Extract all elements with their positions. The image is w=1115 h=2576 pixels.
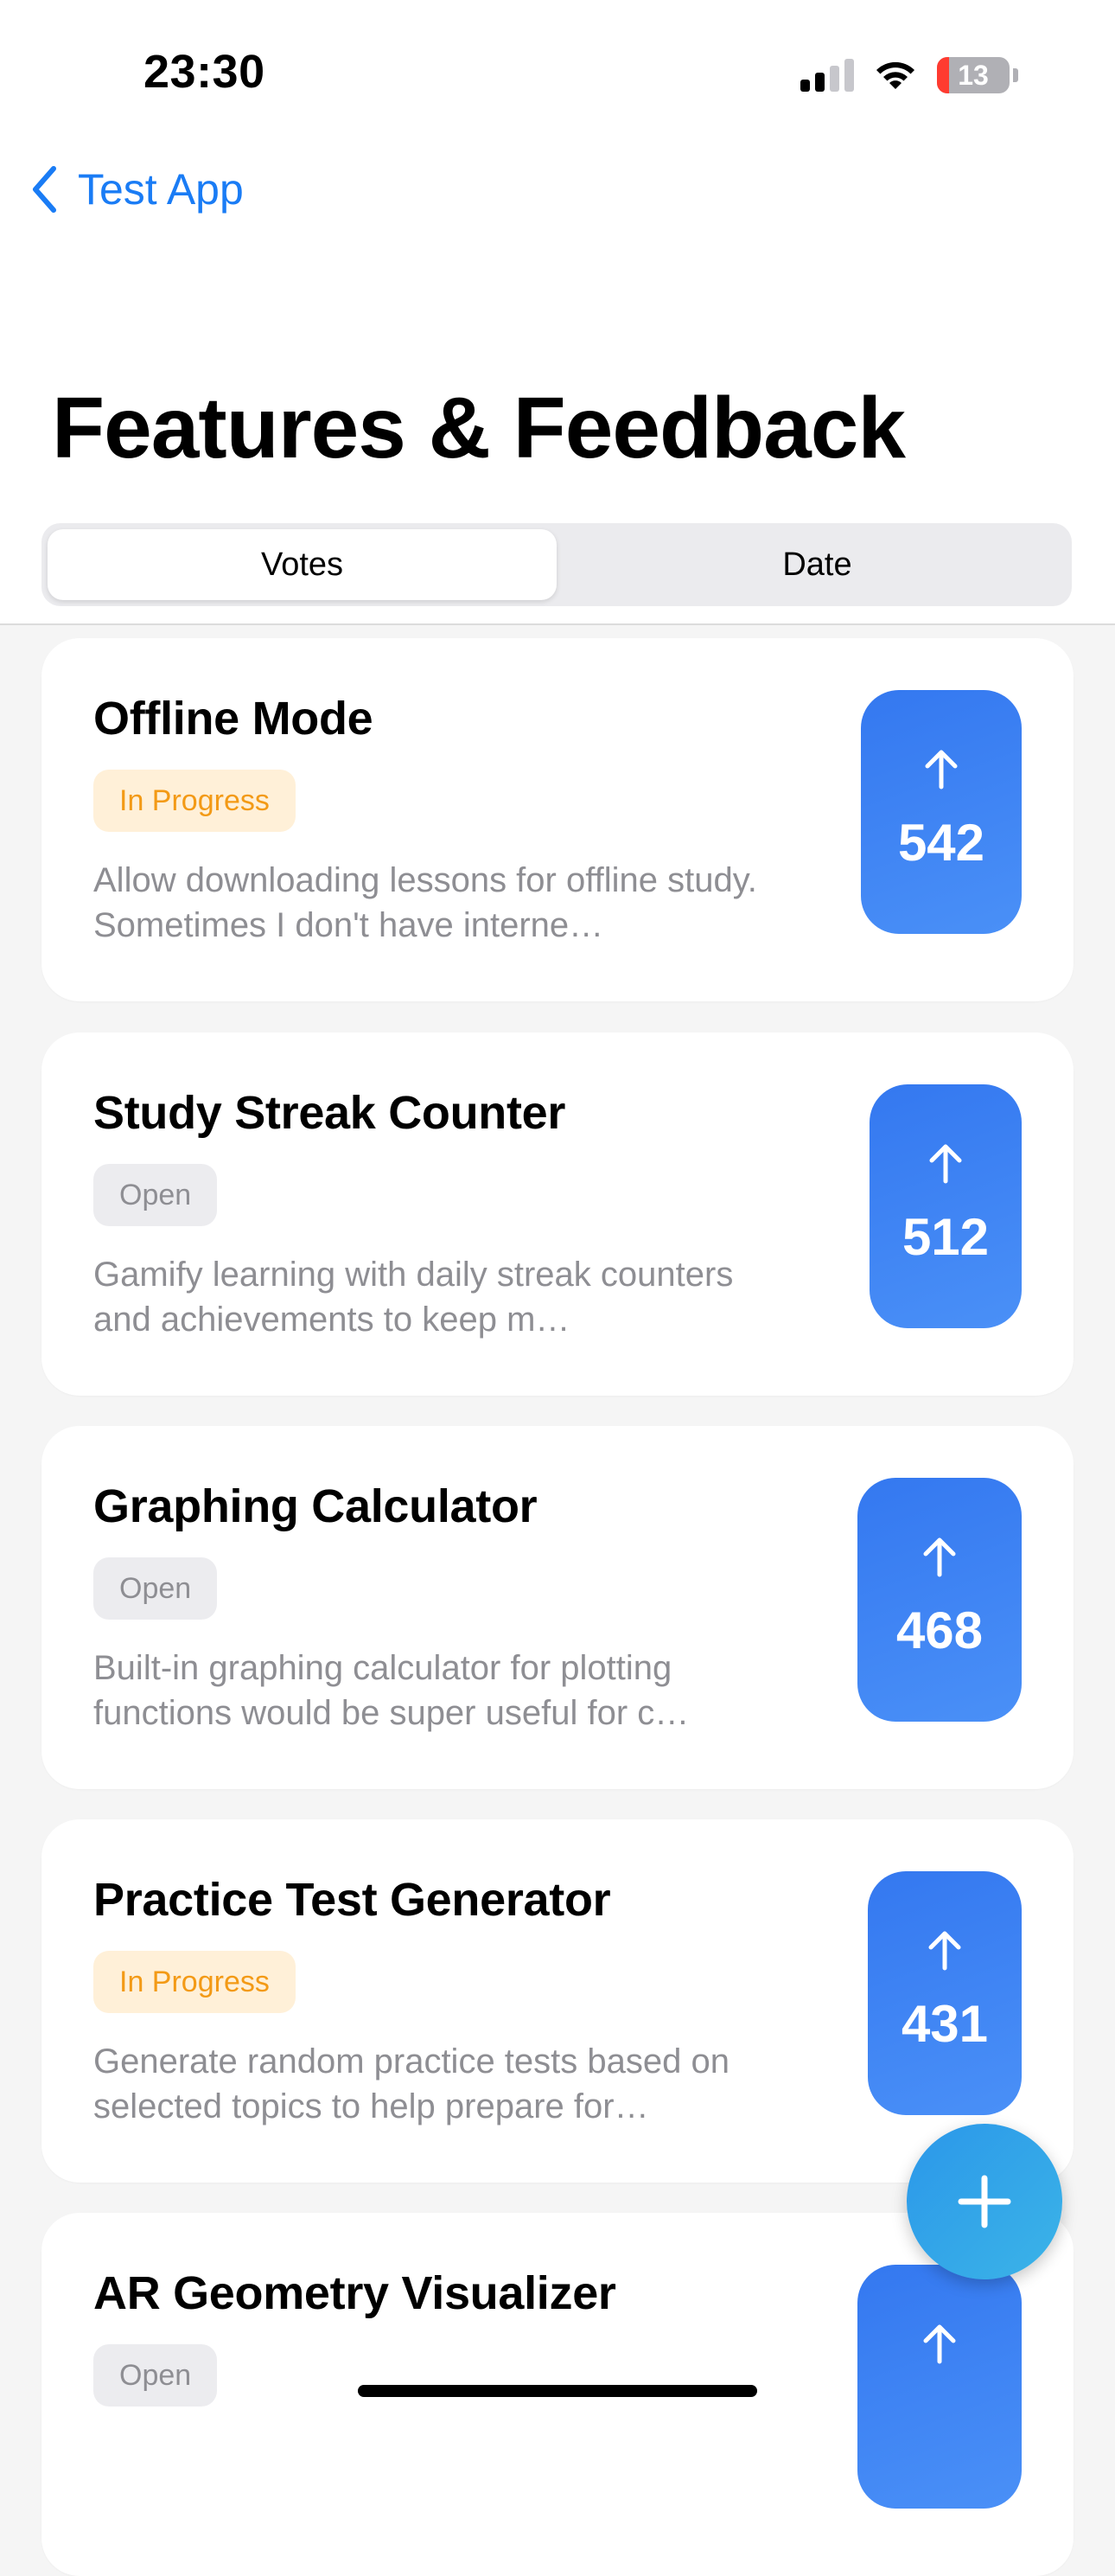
battery-icon: 13 [937, 57, 1010, 93]
feature-card[interactable]: Offline Mode In Progress Allow downloadi… [41, 638, 1074, 1001]
arrow-up-icon [923, 1537, 956, 1577]
arrow-up-icon [929, 1144, 962, 1184]
sort-segmented-control: Votes Date [41, 523, 1072, 606]
back-button[interactable]: Test App [31, 164, 244, 214]
arrow-up-icon [928, 1931, 961, 1971]
cellular-signal-icon [800, 59, 854, 92]
upvote-button[interactable] [857, 2265, 1022, 2509]
header-divider [0, 623, 1115, 625]
sort-option-votes[interactable]: Votes [48, 529, 557, 600]
feature-description: Gamify learning with daily streak counte… [93, 1256, 734, 1339]
page-title: Features & Feedback [52, 380, 906, 476]
add-feature-button[interactable] [907, 2124, 1062, 2279]
arrow-up-icon [925, 750, 958, 789]
status-badge: Open [93, 1557, 218, 1620]
home-indicator[interactable] [358, 2385, 757, 2397]
battery-percentage: 13 [958, 59, 989, 91]
status-badge: Open [93, 1164, 218, 1226]
feature-description: Generate random practice tests based on … [93, 2042, 730, 2125]
vote-count: 512 [902, 1208, 990, 1266]
arrow-up-icon [923, 2324, 956, 2364]
upvote-button[interactable]: 431 [868, 1871, 1022, 2115]
battery-cap [1013, 68, 1018, 82]
wifi-icon [876, 61, 914, 89]
status-badge: Open [93, 2344, 218, 2407]
feature-description: Built-in graphing calculator for plottin… [93, 1649, 690, 1732]
plus-icon [958, 2175, 1011, 2228]
feature-title: Offline Mode [93, 693, 373, 745]
upvote-button[interactable]: 512 [870, 1084, 1022, 1328]
status-icons: 13 [800, 54, 1018, 97]
upvote-button[interactable]: 542 [861, 690, 1022, 934]
header-area: 23:30 13 Test App Features & Feedback Vo… [0, 0, 1115, 624]
feature-card[interactable]: Study Streak Counter Open Gamify learnin… [41, 1032, 1074, 1396]
feature-description: Allow downloading lessons for offline st… [93, 861, 757, 944]
feature-title: AR Geometry Visualizer [93, 2267, 616, 2319]
back-label: Test App [78, 165, 244, 214]
vote-count: 468 [895, 1601, 984, 1659]
status-time: 23:30 [143, 46, 265, 98]
status-badge: In Progress [93, 770, 296, 832]
vote-count: 542 [897, 814, 985, 872]
chevron-left-icon [33, 166, 56, 213]
feature-title: Practice Test Generator [93, 1874, 611, 1926]
upvote-button[interactable]: 468 [857, 1478, 1022, 1722]
feature-title: Graphing Calculator [93, 1480, 538, 1532]
feature-title: Study Streak Counter [93, 1087, 566, 1139]
feature-card[interactable]: Practice Test Generator In Progress Gene… [41, 1819, 1074, 2183]
feature-card[interactable]: Graphing Calculator Open Built-in graphi… [41, 1426, 1074, 1789]
sort-option-date[interactable]: Date [563, 523, 1072, 606]
vote-count: 431 [901, 1995, 989, 2053]
status-badge: In Progress [93, 1951, 296, 2013]
